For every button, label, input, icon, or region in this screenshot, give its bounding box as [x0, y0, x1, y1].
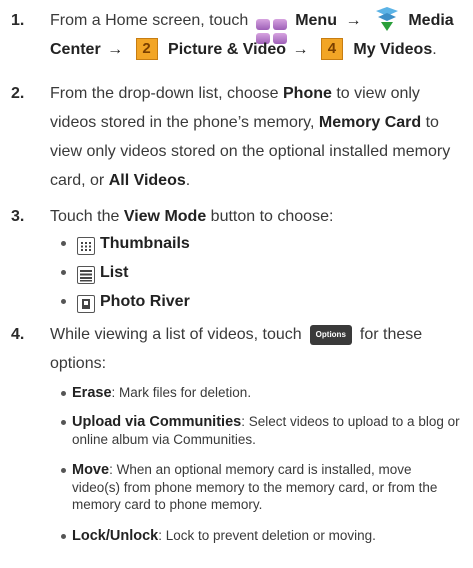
phone-option: Phone	[283, 85, 332, 102]
bullet	[61, 270, 66, 275]
step-number: 4.	[11, 326, 25, 343]
bullet	[61, 534, 66, 539]
erase-label: Erase	[72, 385, 112, 401]
text: options:	[50, 355, 107, 372]
options-button[interactable]: Options	[309, 325, 352, 345]
step-number: 3.	[11, 208, 25, 225]
option-lock: Lock/Unlock: Lock to prevent deletion or…	[61, 527, 463, 545]
period: .	[432, 41, 437, 58]
list-item: Thumbnails	[61, 232, 459, 261]
step-number: 1.	[11, 12, 25, 29]
step-text: From the drop-down list, choose Phone to…	[50, 79, 459, 195]
bullet	[61, 241, 66, 246]
media-label: Media	[408, 12, 454, 29]
number-2-icon: 2	[135, 38, 158, 60]
text: Touch the	[50, 208, 124, 225]
picture-video-label: Picture & Video	[168, 41, 287, 58]
step-number: 2.	[11, 85, 25, 102]
erase-desc: : Mark files for deletion.	[111, 385, 252, 400]
bullet	[61, 299, 66, 304]
list-label: List	[100, 264, 129, 281]
list-item: List	[61, 261, 459, 290]
thumbnails-label: Thumbnails	[100, 235, 190, 252]
arrow: →	[292, 41, 309, 58]
my-videos-label: My Videos	[353, 41, 433, 58]
bullet	[61, 420, 66, 425]
step-text: While viewing a list of videos, touch Opt…	[50, 320, 459, 378]
move-label: Move	[72, 462, 110, 478]
bullet	[61, 391, 66, 396]
photo-river-label: Photo River	[100, 293, 190, 310]
text: button to choose:	[206, 208, 334, 225]
list-item: Photo River	[61, 290, 459, 319]
all-videos-option: All Videos	[108, 172, 186, 189]
text: .	[185, 172, 191, 189]
photo-river-icon	[77, 295, 95, 313]
upload-label: Upload via Communities	[72, 414, 242, 430]
text: While viewing a list of videos, touch	[50, 326, 302, 343]
move-desc: : When an optional memory card is instal…	[72, 462, 438, 512]
text: for these	[359, 326, 423, 343]
text: From the drop-down list, choose	[50, 85, 283, 102]
step-text: Touch the View Mode button to choose:	[50, 202, 459, 231]
center-label: Center	[50, 41, 101, 58]
arrow: →	[107, 41, 124, 58]
number-4-icon: 4	[320, 38, 343, 60]
menu-label: Menu	[295, 12, 337, 29]
thumbnails-icon	[77, 237, 95, 255]
arrow: →	[345, 12, 362, 29]
media-center-icon	[374, 7, 400, 31]
list-icon	[77, 266, 95, 284]
option-move: Move: When an optional memory card is in…	[61, 461, 463, 513]
lock-desc: : Lock to prevent deletion or moving.	[158, 528, 376, 543]
lock-label: Lock/Unlock	[72, 528, 159, 544]
memory-card-option: Memory Card	[318, 114, 422, 131]
instruction-text: From a Home screen, touch	[50, 12, 249, 29]
step-text: From a Home screen, touch Menu → Media C…	[50, 6, 459, 64]
view-mode-label: View Mode	[123, 208, 207, 225]
option-erase: Erase: Mark files for deletion.	[61, 384, 463, 402]
option-upload: Upload via Communities: Select videos to…	[61, 413, 463, 448]
bullet	[61, 468, 66, 473]
